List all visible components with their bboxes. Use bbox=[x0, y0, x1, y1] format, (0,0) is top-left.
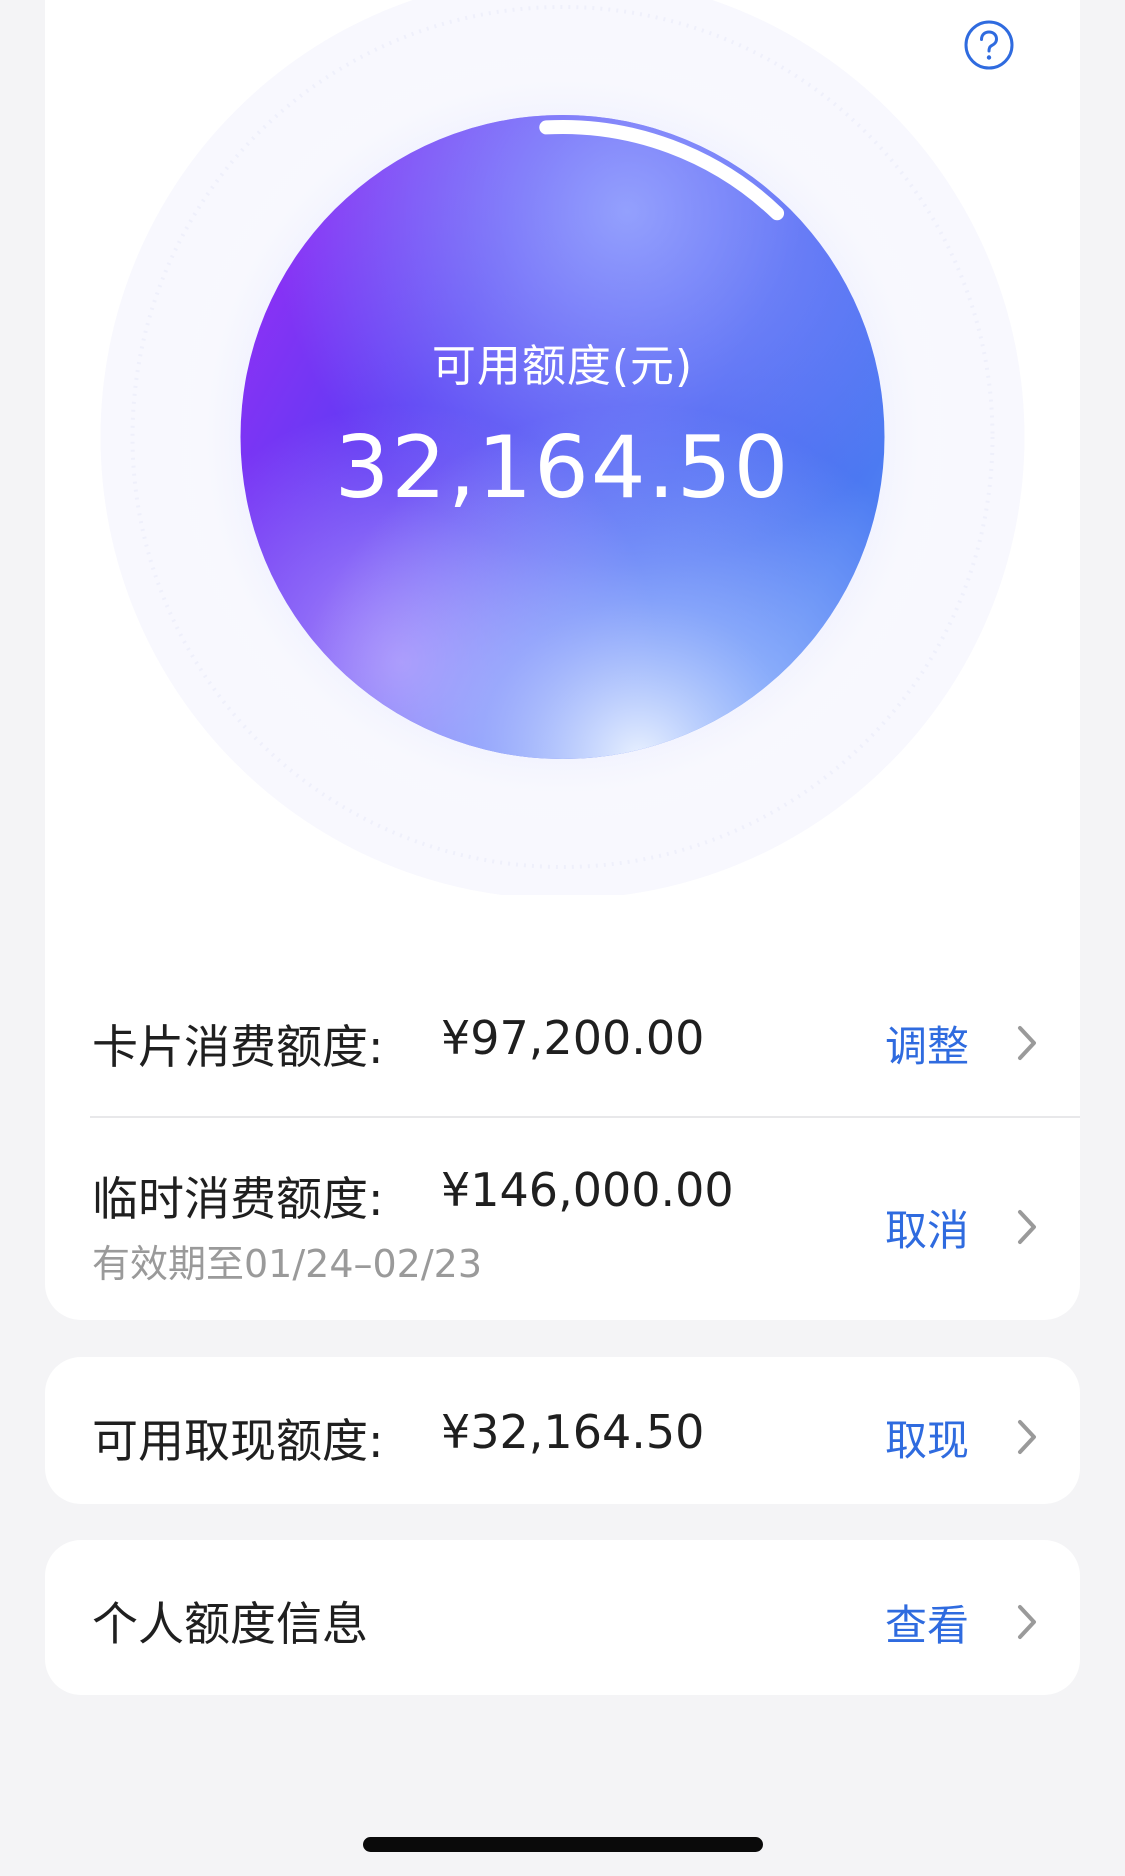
cash-limit-value: ¥32,164.50 bbox=[441, 1405, 705, 1459]
chevron-right-icon bbox=[1018, 1026, 1036, 1060]
cancel-button[interactable]: 取消 bbox=[885, 1197, 969, 1258]
row-divider bbox=[90, 1116, 1080, 1118]
temp-limit-validity: 有效期至01/24–02/23 bbox=[92, 1242, 483, 1286]
adjust-button[interactable]: 调整 bbox=[885, 1013, 969, 1074]
cash-limit-label: 可用取现额度: bbox=[92, 1414, 384, 1468]
chevron-right-icon bbox=[1018, 1210, 1036, 1244]
card-limit-row[interactable]: 卡片消费额度: ¥97,200.00 调整 bbox=[45, 1005, 1080, 1075]
chevron-right-icon bbox=[1018, 1605, 1036, 1639]
temp-limit-value: ¥146,000.00 bbox=[441, 1163, 734, 1217]
card-limit-label: 卡片消费额度: bbox=[92, 1020, 384, 1074]
chevron-right-icon bbox=[1018, 1420, 1036, 1454]
temp-limit-label: 临时消费额度: bbox=[92, 1172, 384, 1226]
personal-limit-info-card[interactable]: 个人额度信息 查看 bbox=[45, 1540, 1080, 1695]
available-limit-label: 可用额度(元) bbox=[431, 341, 694, 392]
personal-limit-info-label: 个人额度信息 bbox=[92, 1597, 368, 1651]
available-limit-amount: 32,164.50 bbox=[334, 418, 791, 518]
cash-limit-card[interactable]: 可用取现额度: ¥32,164.50 取现 bbox=[45, 1357, 1080, 1504]
home-indicator bbox=[363, 1837, 763, 1852]
card-limit-value: ¥97,200.00 bbox=[441, 1011, 705, 1065]
view-button[interactable]: 查看 bbox=[885, 1592, 969, 1653]
withdraw-button[interactable]: 取现 bbox=[885, 1407, 969, 1468]
temp-limit-row[interactable]: 临时消费额度: ¥146,000.00 有效期至01/24–02/23 取消 bbox=[45, 1155, 1080, 1286]
